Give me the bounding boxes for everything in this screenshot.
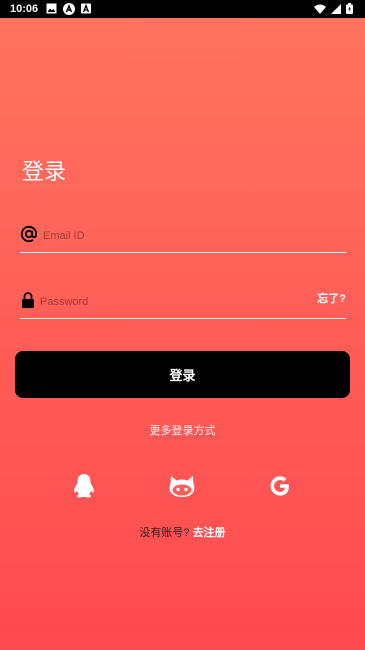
status-notification-icons [46, 3, 91, 15]
qq-icon [73, 473, 95, 504]
wifi-icon [314, 4, 326, 14]
image-icon [46, 3, 57, 15]
register-link[interactable]: 去注册 [193, 527, 226, 539]
password-input[interactable] [38, 290, 312, 314]
google-icon [268, 474, 292, 503]
more-login-methods-label: 更多登录方式 [149, 425, 216, 437]
no-account-label: 没有账号? [139, 527, 190, 539]
forgot-password-link[interactable]: 忘了? [317, 290, 346, 306]
signal-icon [331, 3, 341, 14]
status-time: 10:06 [10, 3, 39, 15]
qq-login-button[interactable] [69, 473, 99, 503]
page-title: 登录 [22, 159, 67, 184]
login-button[interactable]: 登录 [15, 351, 350, 398]
app-a-icon [63, 3, 75, 15]
at-sign-icon [20, 225, 38, 243]
status-system-icons [314, 3, 353, 14]
battery-icon [346, 3, 353, 14]
status-bar: 10:06 [0, 0, 365, 18]
email-field-container [20, 220, 346, 253]
lock-icon [20, 291, 38, 309]
google-login-button[interactable] [265, 473, 295, 503]
password-field-container: 忘了? [20, 286, 346, 319]
github-login-button[interactable] [167, 473, 197, 503]
email-input[interactable] [41, 224, 315, 248]
register-prompt: 没有账号? 去注册 [0, 524, 365, 540]
github-icon [168, 474, 196, 503]
app-a-small-icon [81, 3, 91, 15]
